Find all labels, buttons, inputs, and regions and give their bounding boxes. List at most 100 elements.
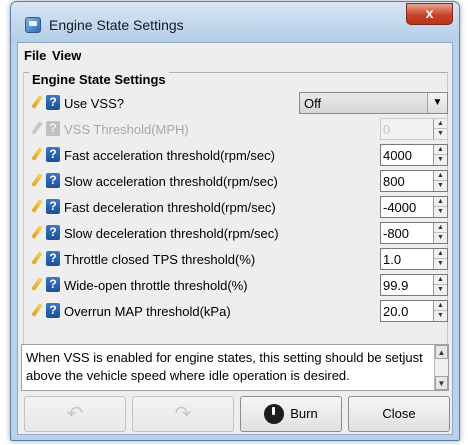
arrow-up-icon[interactable]: ▲	[434, 145, 447, 155]
arrow-up-icon[interactable]: ▲	[434, 301, 447, 311]
help-scrollbar[interactable]: ▲ ▼	[434, 345, 448, 390]
spinner-arrows: ▲ ▼	[433, 197, 447, 217]
arrow-up-icon[interactable]: ▲	[434, 197, 447, 207]
spinner-value[interactable]: 20.0	[383, 304, 408, 319]
spinner-arrows: ▲ ▼	[433, 145, 447, 165]
undo-icon: ↶	[66, 403, 84, 425]
arrow-down-icon[interactable]: ▼	[434, 259, 447, 269]
edit-pencil-icon	[30, 95, 44, 111]
spinner-value[interactable]: 4000	[383, 148, 412, 163]
spinner-value[interactable]: 1.0	[383, 252, 401, 267]
app-icon	[25, 17, 41, 33]
title-bar[interactable]: Engine State Settings x	[11, 2, 459, 42]
help-icon[interactable]: ?	[46, 147, 60, 162]
help-icon[interactable]: ?	[46, 277, 60, 292]
spinner-value[interactable]: 800	[383, 174, 405, 189]
spinner-arrows: ▲ ▼	[433, 301, 447, 321]
help-icon[interactable]: ?	[46, 173, 60, 188]
arrow-up-icon[interactable]: ▲	[434, 223, 447, 233]
arrow-up-icon[interactable]: ▲	[434, 275, 447, 285]
help-icon[interactable]: ?	[46, 95, 60, 110]
edit-pencil-icon	[30, 147, 44, 163]
overrun-map-spinner[interactable]: 20.0 ▲ ▼	[380, 300, 448, 322]
setting-row-fast-accel: ? Fast acceleration threshold(rpm/sec) 4…	[24, 143, 448, 167]
edit-pencil-icon	[30, 173, 44, 189]
arrow-up-icon: ▲	[434, 119, 447, 129]
spinner-value[interactable]: -800	[383, 226, 409, 241]
redo-icon: ↷	[174, 403, 192, 425]
throttle-closed-spinner[interactable]: 1.0 ▲ ▼	[380, 248, 448, 270]
engine-state-group: Engine State Settings ? Use VSS? Off ▼ ?…	[23, 72, 448, 362]
setting-row-wide-open: ? Wide-open throttle threshold(%) 99.9 ▲…	[24, 273, 448, 297]
edit-pencil-icon	[30, 277, 44, 293]
spinner-arrows: ▲ ▼	[433, 171, 447, 191]
arrow-down-icon[interactable]: ▼	[434, 311, 447, 321]
undo-button: ↶	[24, 396, 126, 432]
arrow-down-icon[interactable]: ▼	[434, 155, 447, 165]
vss-threshold-spinner: 0 ▲ ▼	[380, 118, 448, 140]
arrow-down-icon[interactable]: ▼	[434, 285, 447, 295]
spinner-arrows: ▲ ▼	[433, 223, 447, 243]
setting-label: Slow acceleration threshold(rpm/sec)	[64, 174, 278, 189]
scroll-down-icon[interactable]: ▼	[435, 376, 448, 390]
arrow-up-icon[interactable]: ▲	[434, 171, 447, 181]
spinner-value[interactable]: -4000	[383, 200, 416, 215]
close-label: Close	[382, 406, 416, 421]
close-button[interactable]: Close	[348, 396, 450, 432]
spinner-value: 0	[383, 122, 391, 137]
setting-row-fast-decel: ? Fast deceleration threshold(rpm/sec) -…	[24, 195, 448, 219]
edit-pencil-icon	[30, 199, 44, 215]
setting-label: Fast deceleration threshold(rpm/sec)	[64, 200, 276, 215]
power-icon	[264, 403, 285, 424]
setting-row-slow-decel: ? Slow deceleration threshold(rpm/sec) -…	[24, 221, 448, 245]
setting-row-vss-threshold: ? VSS Threshold(MPH) 0 ▲ ▼	[24, 117, 448, 141]
close-window-button[interactable]: x	[406, 3, 453, 25]
arrow-down-icon[interactable]: ▼	[434, 181, 447, 191]
setting-row-slow-accel: ? Slow acceleration threshold(rpm/sec) 8…	[24, 169, 448, 193]
select-value: Off	[304, 96, 322, 111]
spinner-arrows: ▲ ▼	[433, 249, 447, 269]
edit-pencil-icon	[30, 121, 44, 137]
arrow-up-icon[interactable]: ▲	[434, 249, 447, 259]
burn-button[interactable]: Burn	[240, 396, 342, 432]
settings-window: Engine State Settings x File View Engine…	[10, 1, 460, 441]
setting-label: Use VSS?	[64, 96, 124, 111]
help-text-area[interactable]: When VSS is enabled for engine states, t…	[21, 344, 449, 391]
menu-file[interactable]: File	[24, 48, 46, 63]
setting-row-throttle-closed: ? Throttle closed TPS threshold(%) 1.0 ▲…	[24, 247, 448, 271]
burn-label: Burn	[290, 406, 318, 421]
group-title: Engine State Settings	[29, 72, 169, 87]
help-icon[interactable]: ?	[46, 225, 60, 240]
help-icon[interactable]: ?	[46, 199, 60, 214]
redo-button: ↷	[132, 396, 234, 432]
setting-label: Slow deceleration threshold(rpm/sec)	[64, 226, 279, 241]
edit-pencil-icon	[30, 251, 44, 267]
help-icon[interactable]: ?	[46, 251, 60, 266]
chevron-down-icon[interactable]: ▼	[427, 93, 447, 113]
setting-label: Throttle closed TPS threshold(%)	[64, 252, 256, 267]
scroll-up-icon[interactable]: ▲	[435, 345, 448, 359]
setting-row-use-vss: ? Use VSS? Off ▼	[24, 91, 448, 115]
edit-pencil-icon	[30, 225, 44, 241]
arrow-down-icon: ▼	[437, 130, 444, 137]
edit-pencil-icon	[30, 303, 44, 319]
help-icon[interactable]: ?	[46, 303, 60, 318]
spinner-value[interactable]: 99.9	[383, 278, 408, 293]
use-vss-select[interactable]: Off ▼	[299, 92, 448, 114]
arrow-down-icon[interactable]: ▼	[434, 233, 447, 243]
help-text: When VSS is enabled for engine states, t…	[26, 350, 423, 383]
slow-decel-spinner[interactable]: -800 ▲ ▼	[380, 222, 448, 244]
slow-accel-spinner[interactable]: 800 ▲ ▼	[380, 170, 448, 192]
help-icon: ?	[46, 121, 60, 136]
button-bar: ↶ ↷ Burn Close	[18, 393, 452, 433]
fast-decel-spinner[interactable]: -4000 ▲ ▼	[380, 196, 448, 218]
wide-open-spinner[interactable]: 99.9 ▲ ▼	[380, 274, 448, 296]
setting-label: Overrun MAP threshold(kPa)	[64, 304, 231, 319]
arrow-down-icon[interactable]: ▼	[434, 207, 447, 217]
setting-label: Wide-open throttle threshold(%)	[64, 278, 248, 293]
menu-bar: File View	[18, 43, 452, 67]
fast-accel-spinner[interactable]: 4000 ▲ ▼	[380, 144, 448, 166]
window-client: File View Engine State Settings ? Use VS…	[17, 42, 453, 435]
menu-view[interactable]: View	[52, 48, 81, 63]
setting-label: Fast acceleration threshold(rpm/sec)	[64, 148, 275, 163]
